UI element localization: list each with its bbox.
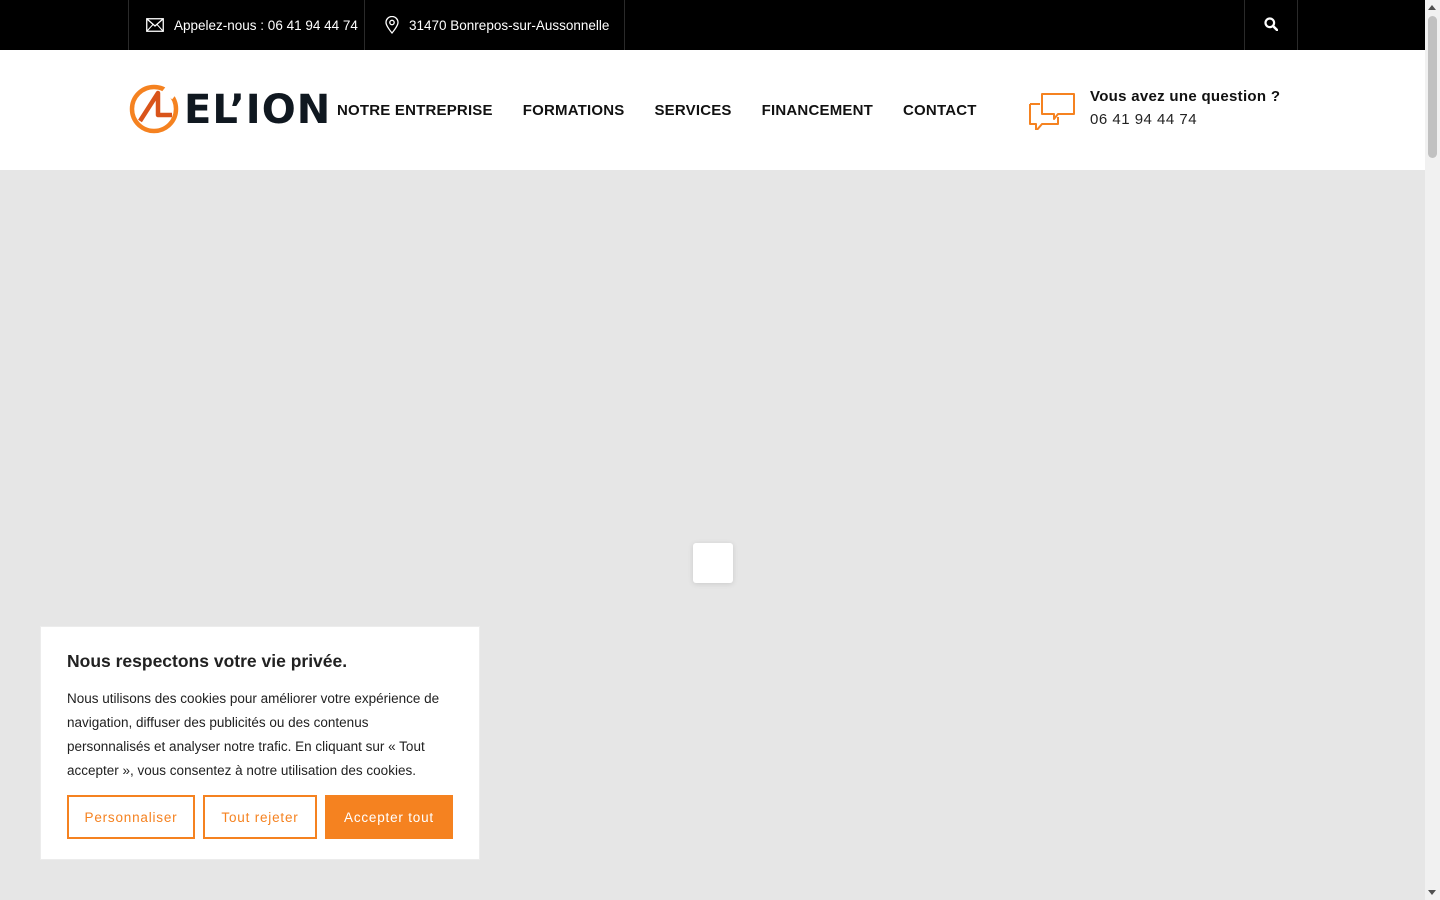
reject-all-button[interactable]: Tout rejeter: [203, 795, 317, 839]
cookie-body: Nous utilisons des cookies pour améliore…: [67, 691, 440, 778]
map-pin-icon: [385, 16, 399, 34]
customize-button[interactable]: Personnaliser: [67, 795, 195, 839]
site-header: EL’ION NOTRE ENTREPRISE FORMATIONS SERVI…: [0, 50, 1425, 170]
logo-mark-icon: [128, 81, 182, 140]
scroll-down-arrow-icon[interactable]: [1428, 890, 1436, 895]
site-logo[interactable]: EL’ION: [128, 83, 331, 137]
nav-item-notre-entreprise[interactable]: NOTRE ENTREPRISE: [337, 102, 493, 119]
top-info-bar: Appelez-nous : 06 41 94 44 74 31470 Bonr…: [0, 0, 1425, 50]
search-icon: [1264, 16, 1279, 34]
cookie-buttons: Personnaliser Tout rejeter Accepter tout: [67, 795, 461, 839]
question-phone[interactable]: 06 41 94 44 74: [1090, 111, 1280, 128]
topbar-address: 31470 Bonrepos-sur-Aussonnelle: [364, 0, 625, 50]
topbar-phone[interactable]: Appelez-nous : 06 41 94 44 74: [128, 0, 365, 50]
accept-all-button[interactable]: Accepter tout: [325, 795, 453, 839]
topbar-address-text: 31470 Bonrepos-sur-Aussonnelle: [409, 17, 610, 33]
nav-item-financement[interactable]: FINANCEMENT: [762, 102, 873, 119]
search-button[interactable]: [1244, 0, 1298, 50]
logo-text: EL’ION: [184, 87, 332, 133]
nav-item-services[interactable]: SERVICES: [654, 102, 731, 119]
topbar-phone-text: Appelez-nous : 06 41 94 44 74: [174, 17, 358, 33]
nav-item-contact[interactable]: CONTACT: [903, 102, 977, 119]
page-scrollbar[interactable]: [1425, 0, 1440, 900]
chat-bubbles-icon: [1028, 88, 1076, 135]
scrollbar-thumb[interactable]: [1428, 16, 1437, 158]
loading-spinner: [693, 543, 733, 583]
header-question: Vous avez une question ? 06 41 94 44 74: [1028, 88, 1280, 135]
cookie-consent-banner: Nous respectons votre vie privée. Nous u…: [40, 626, 480, 860]
main-nav: NOTRE ENTREPRISE FORMATIONS SERVICES FIN…: [337, 50, 1007, 170]
scroll-up-arrow-icon[interactable]: [1428, 5, 1436, 10]
question-title: Vous avez une question ?: [1090, 88, 1281, 105]
cookie-title: Nous respectons votre vie privée.: [67, 651, 348, 671]
nav-item-formations[interactable]: FORMATIONS: [523, 102, 625, 119]
envelope-icon: [146, 18, 164, 32]
